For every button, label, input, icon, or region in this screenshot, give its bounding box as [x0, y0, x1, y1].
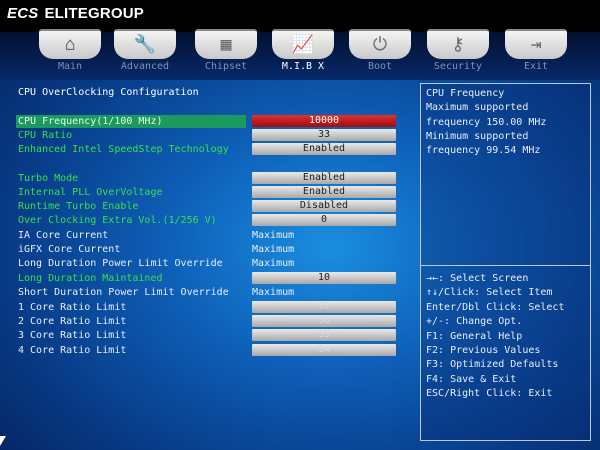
setting-value-field[interactable]: Enabled	[252, 143, 396, 155]
key-hint: →←: Select Screen	[426, 273, 529, 284]
tab-cap: ⚷	[427, 29, 489, 59]
setting-label: Short Duration Power Limit Override	[18, 287, 229, 298]
setting-row[interactable]: Long Duration Maintained 10	[16, 272, 396, 285]
setting-row[interactable]: 1 Core Ratio Limit 37	[16, 301, 396, 314]
help-divider	[421, 265, 590, 266]
setting-label: iGFX Core Current	[18, 244, 121, 255]
setting-value-field[interactable]: 33	[252, 129, 396, 141]
setting-row[interactable]: 2 Core Ratio Limit 36	[16, 315, 396, 328]
setting-label: Enhanced Intel SpeedStep Technology	[18, 144, 229, 155]
tab-exit[interactable]: ⇥ Exit	[503, 29, 569, 73]
setting-value-field[interactable]: 0	[252, 214, 396, 226]
power-icon: ⏻	[372, 34, 388, 55]
tab-cap: ⇥	[505, 29, 567, 59]
tab-label: Chipset	[204, 61, 248, 72]
setting-label: 4 Core Ratio Limit	[18, 345, 127, 356]
tab-cap: 📈	[272, 29, 334, 59]
tab-security[interactable]: ⚷ Security	[425, 29, 491, 73]
tab-label: M.I.B X	[281, 61, 325, 72]
key-hint: F4: Save & Exit	[426, 373, 517, 385]
setting-row[interactable]: 3 Core Ratio Limit 35	[16, 329, 396, 342]
setting-row[interactable]: iGFX Core Current Maximum	[16, 243, 396, 256]
setting-label: Runtime Turbo Enable	[18, 201, 139, 212]
setting-row[interactable]: Enhanced Intel SpeedStep Technology Enabl…	[16, 143, 396, 156]
exit-door-icon: ⇥	[530, 34, 542, 55]
key-hint: +/-: Change Opt.	[426, 316, 523, 328]
setting-label: Over Clocking Extra Vol.(1/256 V)	[18, 215, 217, 226]
setting-row[interactable]: Runtime Turbo Enable Disabled	[16, 200, 396, 213]
tab-mibx[interactable]: 📈 M.I.B X	[270, 29, 336, 73]
ecs-logo: ECS ELITEGROUP	[7, 5, 144, 22]
setting-label: Turbo Mode	[18, 173, 79, 184]
tab-label: Advanced	[120, 61, 170, 72]
tab-boot[interactable]: ⏻ Boot	[347, 29, 413, 73]
tab-chipset[interactable]: ▦ Chipset	[193, 29, 259, 73]
setting-value-field[interactable]: 37	[252, 301, 396, 313]
setting-row[interactable]: CPU Frequency(1/100 MHz) 10000	[16, 115, 396, 128]
chip-icon: ▦	[220, 34, 232, 55]
home-icon: ⌂	[64, 34, 76, 55]
tab-label: Exit	[523, 61, 549, 72]
help-line: CPU Frequency	[426, 88, 505, 99]
setting-row[interactable]: CPU Ratio 33	[16, 129, 396, 142]
tab-cap: 🔧	[114, 29, 176, 59]
help-text: CPU Frequency Maximum supported frequency …	[426, 87, 546, 158]
setting-value: Maximum	[252, 287, 295, 298]
setting-label: IA Core Current	[18, 230, 109, 241]
help-line: frequency 99.54 MHz	[426, 145, 541, 157]
setting-label: 3 Core Ratio Limit	[18, 330, 127, 341]
setting-label: Long Duration Maintained	[18, 273, 163, 284]
tab-label: Boot	[367, 61, 393, 72]
setting-label: CPU Frequency(1/100 MHz)	[16, 115, 246, 128]
key-hint: F2: Previous Values	[426, 345, 541, 357]
setting-label: CPU Ratio	[18, 130, 73, 141]
setting-row[interactable]: Internal PLL OverVoltage Enabled	[16, 186, 396, 199]
wrench-icon: 🔧	[133, 34, 157, 55]
setting-row[interactable]: Short Duration Power Limit Override Maxim…	[16, 286, 396, 299]
mouse-cursor-icon	[0, 436, 6, 446]
key-hint: ↑↓/Click: Select Item	[426, 287, 553, 299]
setting-value-field[interactable]: 34	[252, 344, 396, 356]
key-icon: ⚷	[451, 34, 465, 55]
setting-row[interactable]: Turbo Mode Enabled	[16, 172, 396, 185]
help-line: Maximum supported	[426, 102, 529, 114]
top-bar: ECS ELITEGROUP	[0, 0, 600, 32]
setting-row[interactable]: Over Clocking Extra Vol.(1/256 V) 0	[16, 214, 396, 227]
setting-row[interactable]: Long Duration Power Limit Override Maximu…	[16, 257, 396, 270]
setting-value-field[interactable]: 10000	[252, 115, 396, 127]
setting-label: 1 Core Ratio Limit	[18, 302, 127, 313]
tab-advanced[interactable]: 🔧 Advanced	[112, 29, 178, 73]
key-hint: ESC/Right Click: Exit	[426, 388, 553, 400]
setting-value-field[interactable]: 36	[252, 315, 396, 327]
setting-value-field[interactable]: Enabled	[252, 186, 396, 198]
setting-label: 2 Core Ratio Limit	[18, 316, 127, 327]
section-title: CPU OverClocking Configuration	[18, 87, 199, 98]
setting-value-field[interactable]: 35	[252, 329, 396, 341]
tab-cap: ⌂	[39, 29, 101, 59]
key-hint: F3: Optimized Defaults	[426, 359, 559, 371]
tab-cap: ▦	[195, 29, 257, 59]
setting-value-field[interactable]: Enabled	[252, 172, 396, 184]
tab-label: Main	[57, 61, 83, 72]
tab-main[interactable]: ⌂ Main	[37, 29, 103, 73]
help-panel: CPU Frequency Maximum supported frequency …	[420, 83, 591, 441]
setting-value: Maximum	[252, 244, 295, 255]
key-legend: →←: Select Screen ↑↓/Click: Select Item En…	[426, 272, 564, 402]
help-line: Minimum supported	[426, 130, 529, 142]
setting-value: Maximum	[252, 230, 295, 241]
setting-row[interactable]: IA Core Current Maximum	[16, 229, 396, 242]
setting-value-field[interactable]: Disabled	[252, 200, 396, 212]
tab-cap: ⏻	[349, 29, 411, 59]
key-hint: Enter/Dbl Click: Select	[426, 301, 565, 313]
setting-label: Internal PLL OverVoltage	[18, 187, 163, 198]
key-hint: F1: General Help	[426, 330, 523, 342]
setting-value-field[interactable]: 10	[252, 272, 396, 284]
setting-row[interactable]: 4 Core Ratio Limit 34	[16, 344, 396, 357]
setting-value: Maximum	[252, 258, 295, 269]
chart-icon: 📈	[291, 34, 315, 55]
tab-label: Security	[433, 61, 483, 72]
setting-label: Long Duration Power Limit Override	[18, 258, 223, 269]
help-line: frequency 150.00 MHz	[426, 116, 547, 128]
